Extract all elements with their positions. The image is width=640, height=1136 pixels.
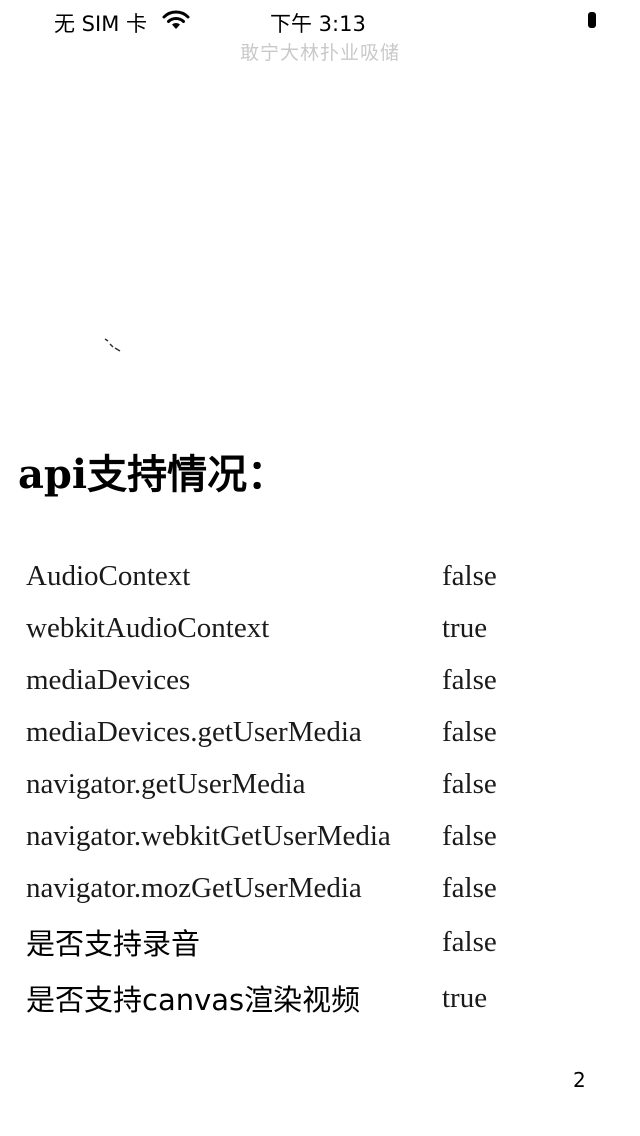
api-support-value: false — [442, 871, 497, 904]
table-row: 是否支持canvas渲染视频 true — [26, 970, 582, 1026]
table-row: navigator.getUserMedia false — [26, 758, 582, 810]
api-name: navigator.webkitGetUserMedia — [26, 819, 391, 852]
table-row: mediaDevices false — [26, 654, 582, 706]
table-row: navigator.webkitGetUserMedia false — [26, 810, 582, 862]
api-support-value: false — [442, 715, 497, 748]
clock-time: 下午 3:13 — [270, 12, 366, 36]
api-support-value: false — [442, 925, 497, 958]
status-bar: 无 SIM 卡 下午 3:13 — [0, 0, 640, 40]
api-support-value: false — [442, 663, 497, 696]
api-name: AudioContext — [26, 559, 191, 592]
table-row: 是否支持录音 false — [26, 914, 582, 970]
table-row: navigator.mozGetUserMedia false — [26, 862, 582, 914]
api-support-value: false — [442, 559, 497, 592]
api-name: mediaDevices.getUserMedia — [26, 715, 362, 748]
api-name: navigator.getUserMedia — [26, 767, 306, 800]
api-name: webkitAudioContext — [26, 611, 270, 644]
table-row: webkitAudioContext true — [26, 602, 582, 654]
table-row: mediaDevices.getUserMedia false — [26, 706, 582, 758]
canvas-artifact — [104, 338, 121, 352]
api-name: mediaDevices — [26, 663, 191, 696]
api-support-value: false — [442, 767, 497, 800]
api-name: navigator.mozGetUserMedia — [26, 871, 362, 904]
table-row: AudioContext false — [26, 550, 582, 602]
api-support-value: true — [442, 981, 488, 1014]
page-title: 敢宁大林扑业吸储 — [239, 42, 400, 64]
api-support-value: false — [442, 819, 497, 852]
video-canvas — [0, 70, 640, 420]
api-name: 是否支持录音 — [26, 927, 201, 961]
api-name: 是否支持canvas渲染视频 — [26, 983, 361, 1017]
section-heading: api支持情况： — [18, 451, 288, 498]
api-support-table: AudioContext false webkitAudioContext tr… — [26, 550, 582, 1026]
carrier-label: 无 SIM 卡 — [54, 12, 147, 36]
battery-icon — [588, 12, 596, 28]
api-support-value: true — [442, 611, 488, 644]
page-number: 2 — [573, 1068, 586, 1092]
wifi-icon — [162, 9, 190, 31]
